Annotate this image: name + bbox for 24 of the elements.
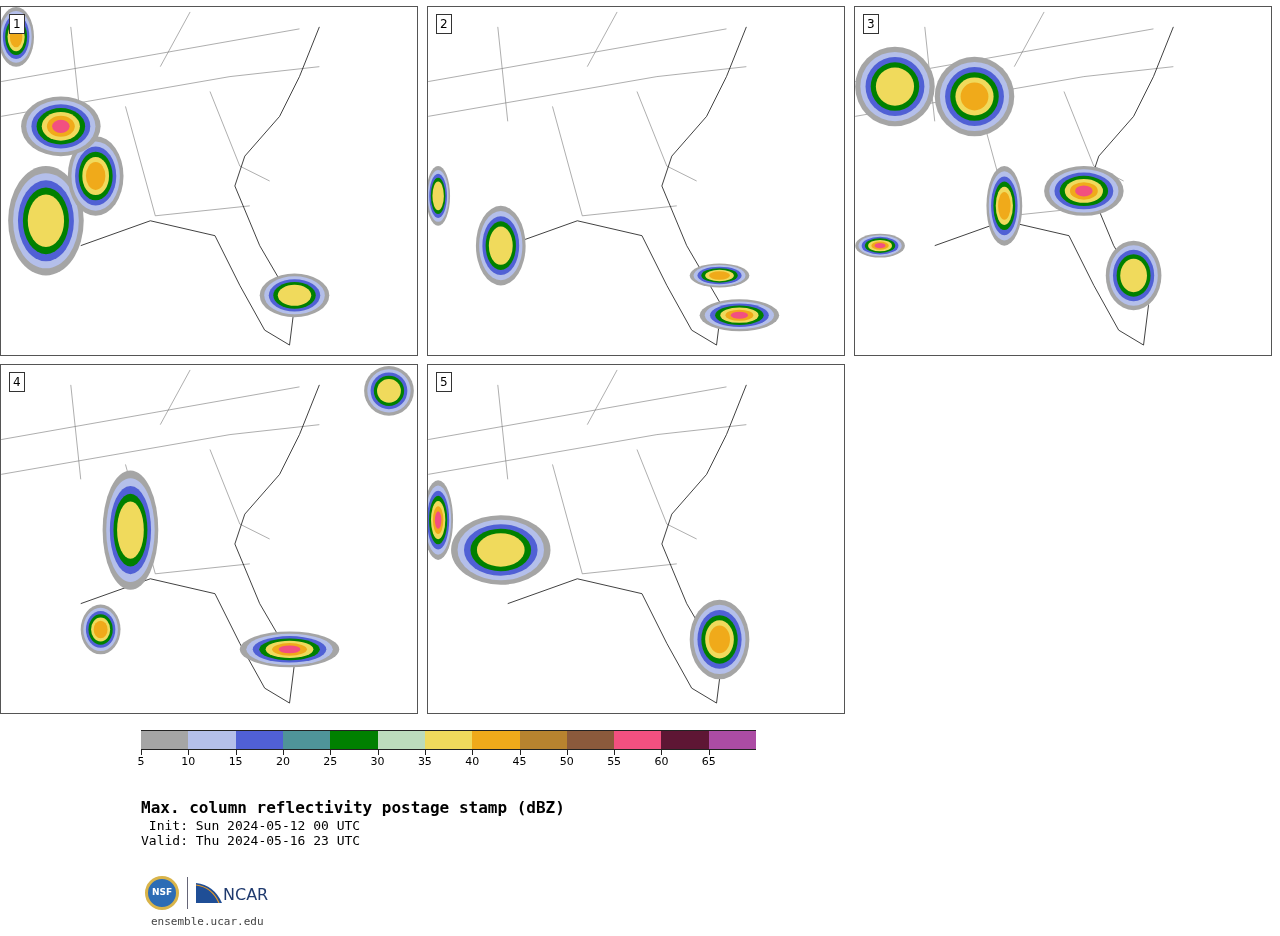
tick-label: 50 (559, 755, 574, 768)
tick-label: 40 (465, 755, 480, 768)
tick-label: 65 (701, 755, 716, 768)
tick-label: 30 (370, 755, 385, 768)
panel-number: 4 (9, 372, 25, 392)
panel-number: 3 (863, 14, 879, 34)
nsf-logo: NSF (145, 876, 179, 910)
site-url: ensemble.ucar.edu (151, 914, 265, 930)
tick-label: 15 (228, 755, 243, 768)
panel-number: 1 (9, 14, 25, 34)
panel-number: 5 (436, 372, 452, 392)
tick-label: 35 (417, 755, 432, 768)
valid-time: Valid: Thu 2024-05-16 23 UTC (141, 833, 362, 848)
tick-label: 45 (512, 755, 527, 768)
chart-title: Max. column reflectivity postage stamp (dBZ) (141, 798, 566, 818)
panel-number: 2 (436, 14, 452, 34)
tick-label: 25 (323, 755, 338, 768)
tick-label: 5 (137, 755, 145, 768)
tick-label: 55 (607, 755, 622, 768)
tick-label: 60 (654, 755, 669, 768)
ncar-logo: NCAR (196, 883, 269, 903)
init-time: Init: Sun 2024-05-12 00 UTC (147, 818, 362, 833)
tick-label: 10 (181, 755, 196, 768)
tick-label: 20 (275, 755, 290, 768)
